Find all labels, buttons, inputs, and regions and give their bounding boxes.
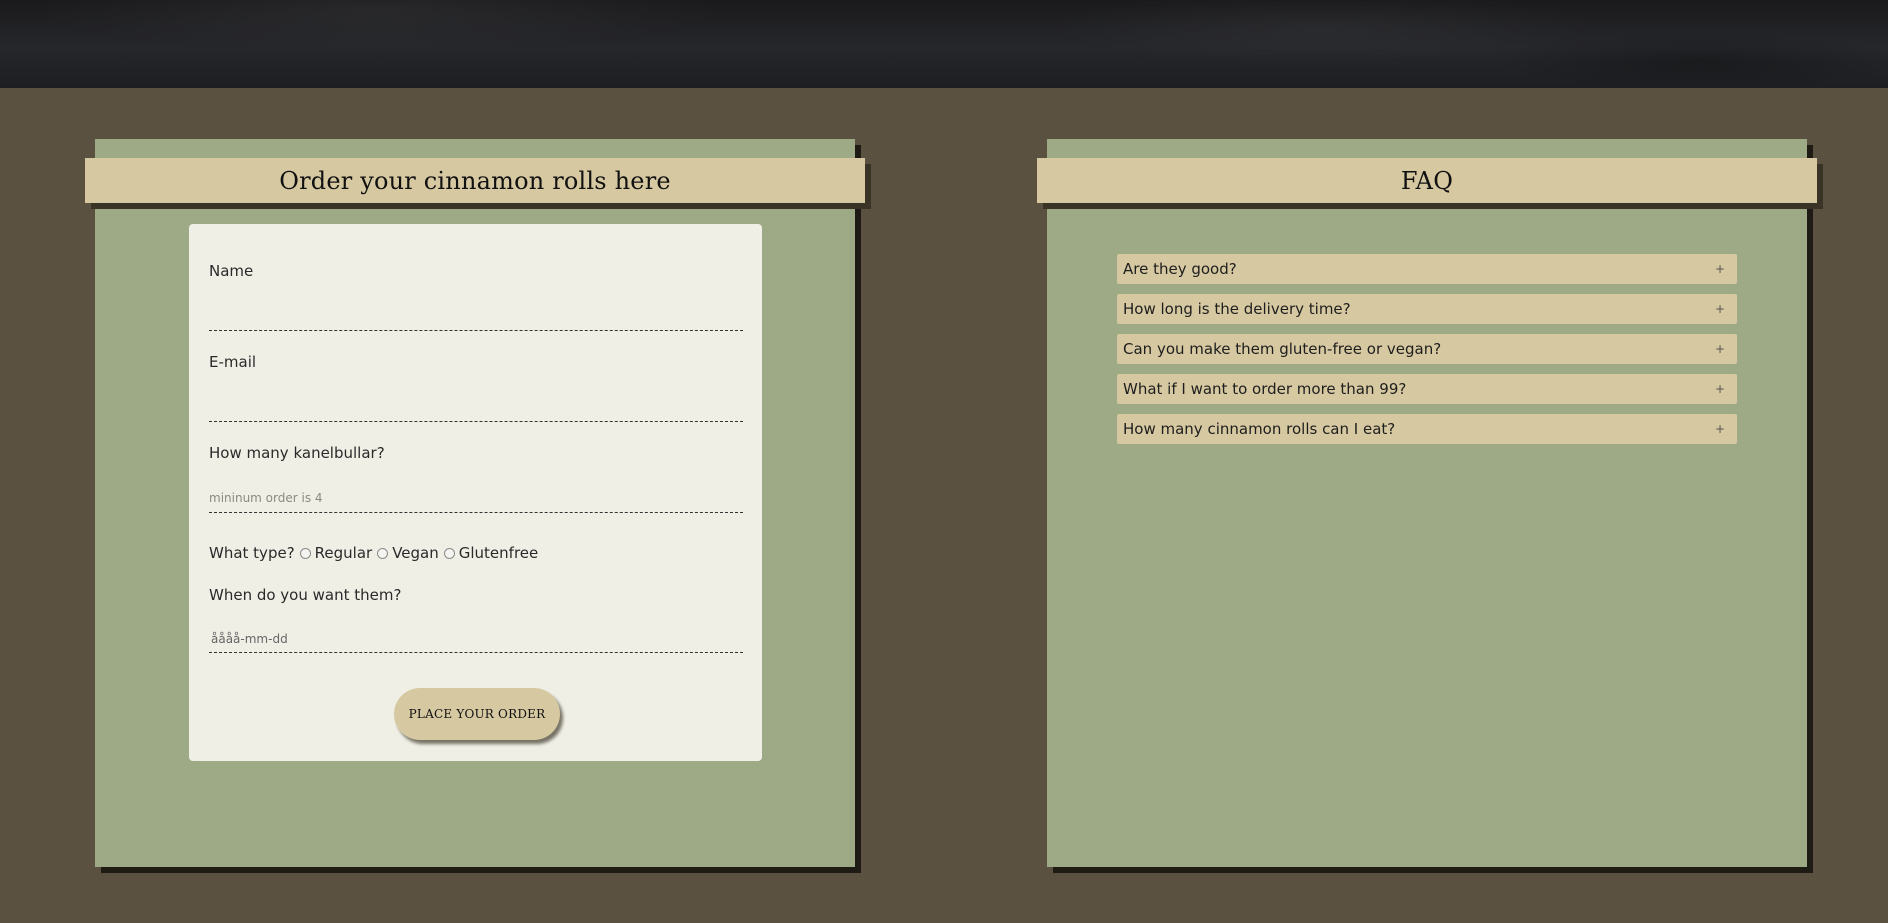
faq-list: Are they good? + How long is the deliver… [1117,254,1737,454]
type-selector: What type? Regular Vegan Glutenfree [209,544,538,562]
email-field[interactable] [209,393,743,422]
faq-question: Are they good? [1123,260,1237,278]
faq-question: Can you make them gluten-free or vegan? [1123,340,1442,358]
expand-plus-icon[interactable]: + [1715,262,1725,276]
radio-regular[interactable] [299,547,311,559]
expand-plus-icon[interactable]: + [1715,342,1725,356]
hero-banner [0,0,1888,88]
radio-vegan[interactable] [377,547,389,559]
faq-question: How long is the delivery time? [1123,300,1351,318]
expand-plus-icon[interactable]: + [1715,422,1725,436]
date-field[interactable]: åååå-mm-dd [209,624,743,653]
radio-vegan-label: Vegan [392,544,439,562]
expand-plus-icon[interactable]: + [1715,302,1725,316]
faq-question: How many cinnamon rolls can I eat? [1123,420,1396,438]
quantity-field[interactable] [209,484,743,513]
name-label: Name [209,262,254,280]
order-panel-title: Order your cinnamon rolls here [279,166,671,195]
order-panel: Order your cinnamon rolls here Name E-ma… [85,139,865,867]
date-placeholder: åååå-mm-dd [211,632,288,646]
faq-item[interactable]: Can you make them gluten-free or vegan? … [1117,334,1737,364]
order-panel-header: Order your cinnamon rolls here [85,158,865,203]
faq-panel: FAQ Are they good? + How long is the del… [1037,139,1817,867]
type-label: What type? [209,544,295,562]
radio-regular-label: Regular [314,544,373,562]
email-label: E-mail [209,353,257,371]
banner-texture [0,0,1888,88]
faq-item[interactable]: What if I want to order more than 99? + [1117,374,1737,404]
date-label: When do you want them? [209,586,402,604]
faq-item[interactable]: How long is the delivery time? + [1117,294,1737,324]
place-order-button[interactable]: PLACE YOUR ORDER [394,688,560,740]
quantity-label: How many kanelbullar? [209,444,385,462]
faq-item[interactable]: Are they good? + [1117,254,1737,284]
faq-item[interactable]: How many cinnamon rolls can I eat? + [1117,414,1737,444]
faq-panel-title: FAQ [1400,166,1454,195]
expand-plus-icon[interactable]: + [1715,382,1725,396]
name-field[interactable] [209,302,743,331]
faq-question: What if I want to order more than 99? [1123,380,1407,398]
faq-panel-header: FAQ [1037,158,1817,203]
order-form: Name E-mail How many kanelbullar? What t… [189,224,762,761]
radio-glutenfree-label: Glutenfree [458,544,539,562]
radio-glutenfree[interactable] [443,547,455,559]
